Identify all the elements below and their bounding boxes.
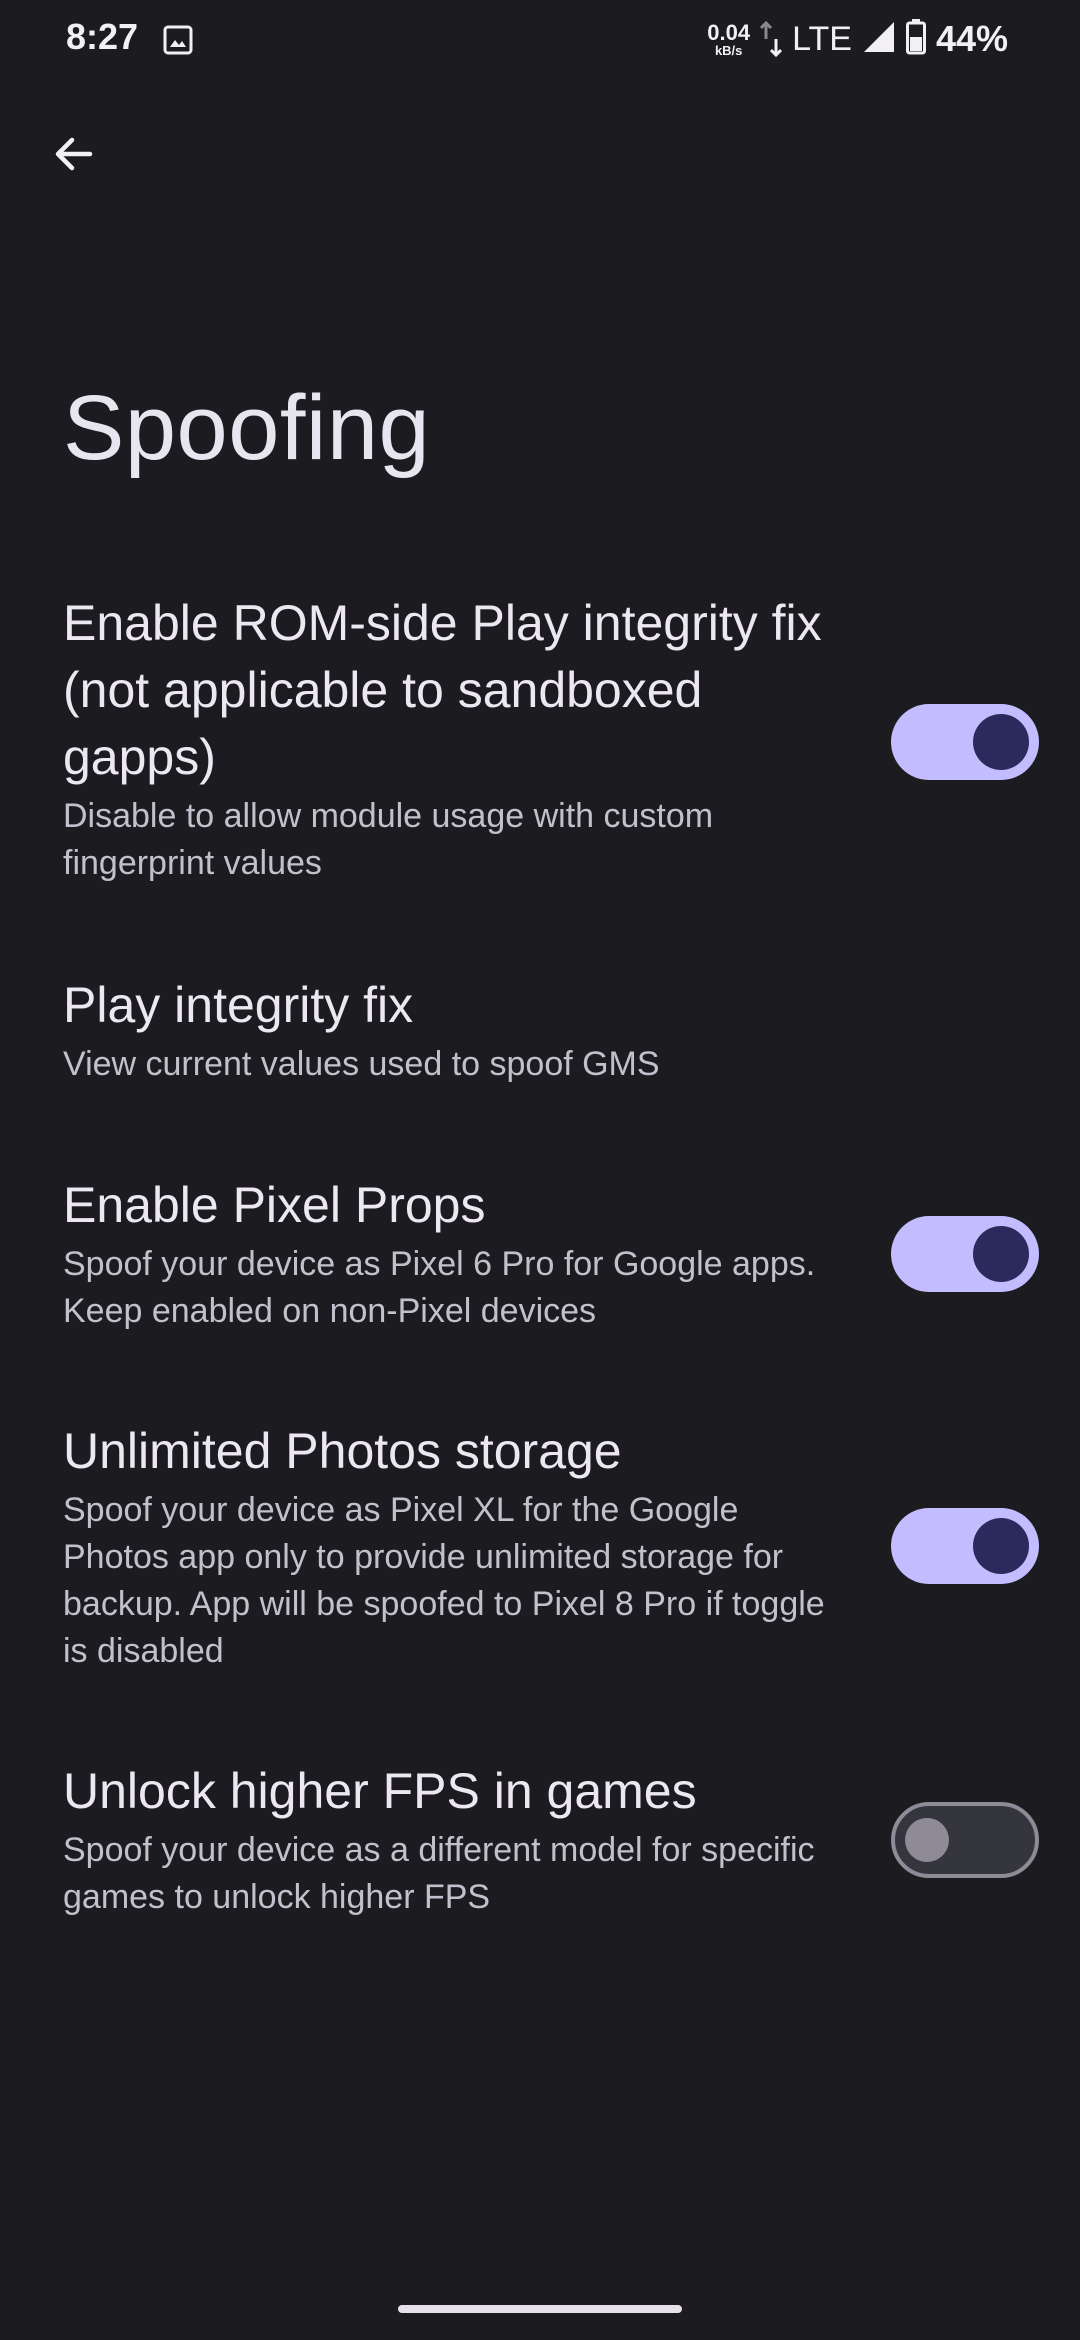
network-speed-value: 0.04 — [707, 19, 751, 45]
battery-level: 44% — [935, 18, 1008, 59]
status-time: 8:27 — [66, 16, 139, 57]
pref-title: Enable ROM-side Play integrity fix (not … — [63, 595, 822, 785]
pref-unlimited-photos-storage[interactable]: Unlimited Photos storage Spoof your devi… — [0, 1418, 1080, 1678]
pref-play-integrity-fix[interactable]: Play integrity fix View current values u… — [0, 972, 1080, 1102]
pref-unlock-higher-fps[interactable]: Unlock higher FPS in games Spoof your de… — [0, 1758, 1080, 1928]
pref-text: Enable ROM-side Play integrity fix (not … — [63, 590, 853, 887]
page-title: Spoofing — [63, 377, 431, 479]
network-type: LTE — [792, 19, 852, 58]
pref-summary: View current values used to spoof GMS — [63, 1045, 660, 1083]
pref-enable-pixel-props[interactable]: Enable Pixel Props Spoof your device as … — [0, 1172, 1080, 1342]
pref-text: Enable Pixel Props Spoof your device as … — [63, 1172, 853, 1335]
switch-thumb — [905, 1818, 949, 1862]
gesture-nav-handle[interactable] — [398, 2305, 682, 2313]
pref-text: Unlock higher FPS in games Spoof your de… — [63, 1758, 853, 1921]
pref-text: Play integrity fix View current values u… — [63, 972, 853, 1088]
network-speed-unit: kB/s — [714, 42, 743, 58]
pref-title: Play integrity fix — [63, 977, 414, 1033]
pref-rom-side-integrity-fix[interactable]: Enable ROM-side Play integrity fix (not … — [0, 590, 1080, 910]
switch-thumb — [973, 1518, 1029, 1574]
pref-summary: Spoof your device as a different model f… — [63, 1831, 815, 1916]
status-indicators: 0.04 kB/s LTE 44% — [707, 14, 1008, 64]
switch-thumb — [973, 1226, 1029, 1282]
settings-screen: 8:27 0.04 kB/s LTE 44% Spoofing Enable R… — [0, 0, 1080, 2340]
higher-fps-switch[interactable] — [891, 1802, 1039, 1878]
arrow-back-icon — [55, 137, 93, 171]
data-activity-icon — [760, 19, 783, 59]
network-speed: 0.04 kB/s — [707, 19, 751, 58]
back-button[interactable] — [38, 118, 110, 190]
switch-thumb — [973, 714, 1029, 770]
pref-title: Enable Pixel Props — [63, 1177, 486, 1233]
pixel-props-switch[interactable] — [891, 1216, 1039, 1292]
image-icon — [162, 24, 194, 56]
pref-summary: Spoof your device as Pixel XL for the Go… — [63, 1491, 825, 1670]
pref-text: Unlimited Photos storage Spoof your devi… — [63, 1418, 853, 1675]
cell-signal-icon — [862, 20, 896, 59]
battery-icon — [905, 18, 926, 60]
status-bar: 8:27 0.04 kB/s LTE 44% — [0, 0, 1080, 80]
rom-side-integrity-fix-switch[interactable] — [891, 704, 1039, 780]
pref-summary: Spoof your device as Pixel 6 Pro for Goo… — [63, 1245, 816, 1330]
unlimited-photos-switch[interactable] — [891, 1508, 1039, 1584]
pref-title: Unlock higher FPS in games — [63, 1763, 697, 1819]
pref-summary: Disable to allow module usage with custo… — [63, 797, 714, 882]
pref-title: Unlimited Photos storage — [63, 1423, 622, 1479]
